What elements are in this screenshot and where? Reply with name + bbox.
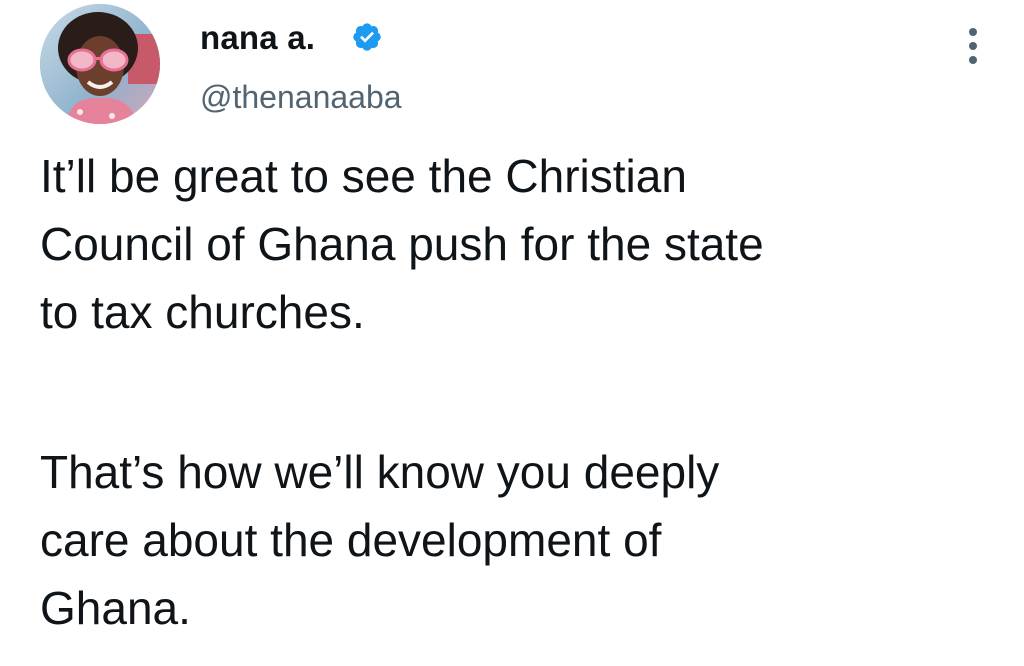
tweet-text-paragraph-2: That’s how we’ll know you deeply care ab… (40, 438, 1000, 642)
tweet-text-line: care about the development of (40, 514, 662, 566)
verified-badge-icon (351, 21, 383, 53)
avatar-image (40, 4, 160, 124)
tweet-text-line: Council of Ghana push for the state (40, 218, 764, 270)
author-display-name[interactable]: nana a. (200, 18, 315, 58)
avatar[interactable] (40, 4, 160, 124)
tweet-text-line: That’s how we’ll know you deeply (40, 446, 720, 498)
author-handle[interactable]: @thenanaaba (200, 77, 402, 117)
tweet-text-line: It’ll be great to see the Christian (40, 150, 687, 202)
more-vertical-icon[interactable] (958, 22, 988, 70)
tweet-card: nana a. @thenanaaba It’ll be great to se… (0, 0, 1024, 666)
tweet-text-paragraph-1: It’ll be great to see the Christian Coun… (40, 142, 1000, 346)
tweet-text-line: Ghana. (40, 582, 191, 634)
tweet-text-line: to tax churches. (40, 286, 365, 338)
